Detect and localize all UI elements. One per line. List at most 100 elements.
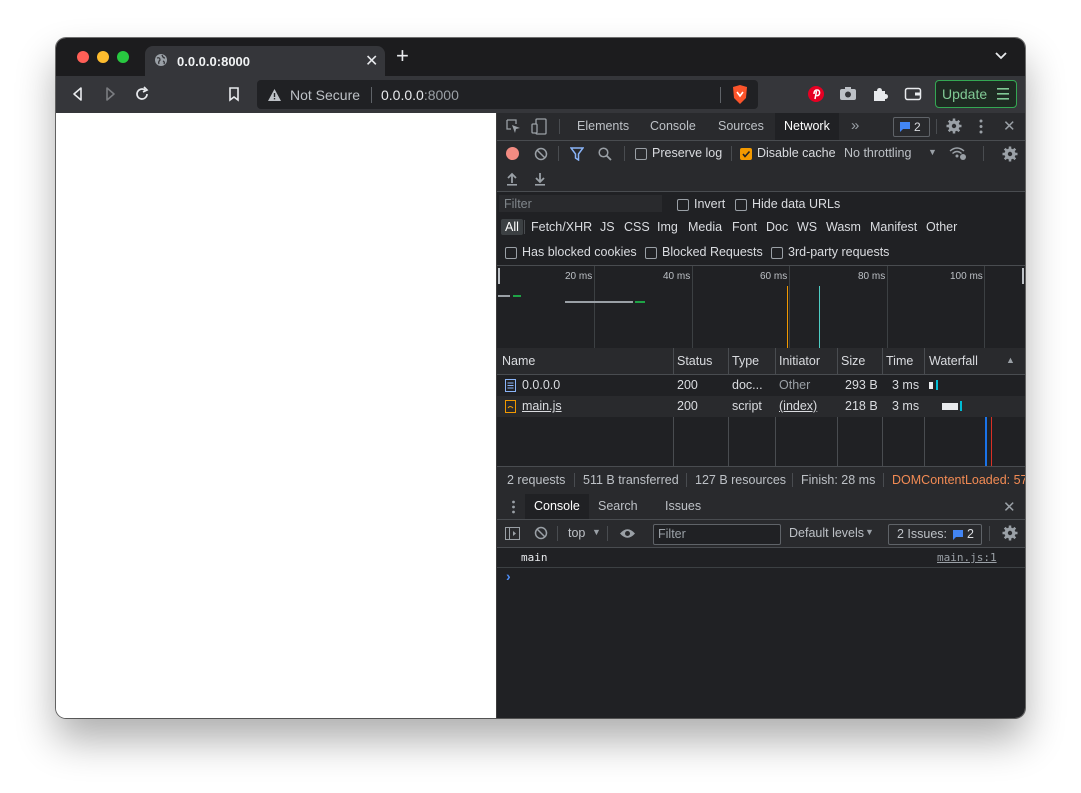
settings-gear-icon[interactable] xyxy=(946,118,962,134)
browser-tab[interactable]: 0.0.0.0:8000 ✕ xyxy=(145,46,385,76)
type-filter-js[interactable]: JS xyxy=(600,220,615,234)
table-row[interactable]: 0.0.0.0 200 doc... Other 293 B 3 ms xyxy=(497,375,1025,396)
drawer-tab-search[interactable]: Search xyxy=(598,494,638,519)
kebab-menu-icon[interactable] xyxy=(978,119,984,134)
console-settings-gear-icon[interactable] xyxy=(1002,525,1018,541)
new-tab-button[interactable]: + xyxy=(396,44,409,68)
search-icon[interactable] xyxy=(598,147,612,161)
security-label[interactable]: Not Secure xyxy=(290,87,360,103)
console-filter-input[interactable]: Filter xyxy=(653,524,781,545)
type-filter-img[interactable]: Img xyxy=(657,220,678,234)
device-toolbar-icon[interactable] xyxy=(531,118,547,135)
table-row[interactable]: main.js 200 script (index) 218 B 3 ms xyxy=(497,396,1025,417)
type-filter-media[interactable]: Media xyxy=(688,220,722,234)
network-overview[interactable]: 20 ms 40 ms 60 ms 80 ms 100 ms xyxy=(497,265,1025,349)
close-drawer-icon[interactable]: ✕ xyxy=(1003,498,1016,516)
chevron-down-icon[interactable] xyxy=(994,50,1008,62)
type-filter-other[interactable]: Other xyxy=(926,220,957,234)
hide-data-urls-label[interactable]: Hide data URLs xyxy=(752,197,840,211)
pinterest-icon[interactable] xyxy=(807,85,825,103)
invert-checkbox[interactable] xyxy=(677,199,689,211)
network-settings-gear-icon[interactable] xyxy=(1002,146,1018,162)
request-name[interactable]: 0.0.0.0 xyxy=(522,378,560,392)
eye-icon[interactable] xyxy=(619,528,636,539)
context-dropdown-icon[interactable]: ▼ xyxy=(592,527,601,537)
column-initiator[interactable]: Initiator xyxy=(779,354,820,368)
log-levels-dropdown-icon[interactable]: ▼ xyxy=(865,527,874,537)
invert-label[interactable]: Invert xyxy=(694,197,725,211)
column-size[interactable]: Size xyxy=(841,354,865,368)
column-time[interactable]: Time xyxy=(886,354,913,368)
sidebar-toggle-icon[interactable] xyxy=(505,527,520,540)
page-content[interactable] xyxy=(56,113,496,718)
disable-cache-label[interactable]: Disable cache xyxy=(757,146,836,160)
throttling-select[interactable]: No throttling xyxy=(844,146,911,160)
warning-icon[interactable] xyxy=(267,88,282,102)
network-conditions-icon[interactable] xyxy=(949,146,967,161)
forward-icon[interactable] xyxy=(101,85,119,103)
wallet-icon[interactable] xyxy=(904,86,922,102)
inspect-element-icon[interactable] xyxy=(506,119,521,134)
tab-elements[interactable]: Elements xyxy=(577,113,629,140)
throttling-dropdown-icon[interactable]: ▼ xyxy=(928,147,937,157)
type-filter-all[interactable]: All xyxy=(501,219,523,235)
close-tab-icon[interactable]: ✕ xyxy=(365,51,378,71)
close-devtools-icon[interactable]: ✕ xyxy=(1003,117,1016,135)
column-name[interactable]: Name xyxy=(502,354,535,368)
type-filter-fetch-xhr[interactable]: Fetch/XHR xyxy=(531,220,592,234)
column-status[interactable]: Status xyxy=(677,354,712,368)
close-window-button[interactable] xyxy=(77,51,89,63)
type-filter-ws[interactable]: WS xyxy=(797,220,817,234)
preserve-log-checkbox[interactable] xyxy=(635,148,647,160)
tab-console[interactable]: Console xyxy=(650,113,696,140)
camera-icon[interactable] xyxy=(839,86,857,102)
type-filter-css[interactable]: CSS xyxy=(624,220,650,234)
request-initiator-link[interactable]: (index) xyxy=(779,399,817,413)
filter-icon[interactable] xyxy=(570,147,584,161)
blocked-cookies-label[interactable]: Has blocked cookies xyxy=(522,245,637,259)
reload-icon[interactable] xyxy=(133,85,151,103)
hide-data-urls-checkbox[interactable] xyxy=(735,199,747,211)
column-waterfall[interactable]: Waterfall xyxy=(929,354,978,368)
request-name[interactable]: main.js xyxy=(522,399,562,413)
type-filter-doc[interactable]: Doc xyxy=(766,220,788,234)
import-har-icon[interactable] xyxy=(506,172,518,186)
console-prompt[interactable]: › xyxy=(506,568,511,584)
type-filter-wasm[interactable]: Wasm xyxy=(826,220,861,234)
type-filter-manifest[interactable]: Manifest xyxy=(870,220,917,234)
tab-network[interactable]: Network xyxy=(775,113,839,140)
context-selector[interactable]: top xyxy=(568,526,585,540)
record-icon[interactable] xyxy=(506,147,519,160)
minimize-window-button[interactable] xyxy=(97,51,109,63)
zoom-window-button[interactable] xyxy=(117,51,129,63)
issues-counter[interactable]: 2 xyxy=(893,117,930,137)
clear-console-icon[interactable] xyxy=(534,526,548,540)
blocked-requests-checkbox[interactable] xyxy=(645,247,657,259)
third-party-label[interactable]: 3rd-party requests xyxy=(788,245,889,259)
clear-icon[interactable] xyxy=(534,147,548,161)
update-button[interactable]: Update xyxy=(935,80,1017,108)
url-text[interactable]: 0.0.0.0:8000 xyxy=(381,87,459,103)
brave-shield-icon[interactable] xyxy=(731,84,749,105)
preserve-log-label[interactable]: Preserve log xyxy=(652,146,722,160)
overview-left-handle[interactable] xyxy=(498,268,500,284)
sort-ascending-icon[interactable]: ▲ xyxy=(1006,355,1015,365)
extensions-icon[interactable] xyxy=(871,85,889,103)
disable-cache-checkbox[interactable] xyxy=(740,148,752,160)
drawer-tab-console[interactable]: Console xyxy=(525,494,589,519)
address-bar[interactable]: Not Secure 0.0.0.0:8000 xyxy=(257,80,758,109)
column-type[interactable]: Type xyxy=(732,354,759,368)
log-levels-select[interactable]: Default levels xyxy=(789,526,864,540)
console-message[interactable]: main main.js:1 xyxy=(497,547,1025,568)
network-filter-input[interactable]: Filter xyxy=(499,195,662,212)
type-filter-font[interactable]: Font xyxy=(732,220,757,234)
blocked-requests-label[interactable]: Blocked Requests xyxy=(662,245,763,259)
drawer-menu-icon[interactable] xyxy=(511,500,516,514)
back-icon[interactable] xyxy=(69,85,87,103)
bookmark-icon[interactable] xyxy=(225,85,243,103)
blocked-cookies-checkbox[interactable] xyxy=(505,247,517,259)
tab-sources[interactable]: Sources xyxy=(718,113,764,140)
console-source-link[interactable]: main.js:1 xyxy=(937,551,997,564)
drawer-tab-issues[interactable]: Issues xyxy=(665,494,701,519)
overview-right-handle[interactable] xyxy=(1022,268,1024,284)
